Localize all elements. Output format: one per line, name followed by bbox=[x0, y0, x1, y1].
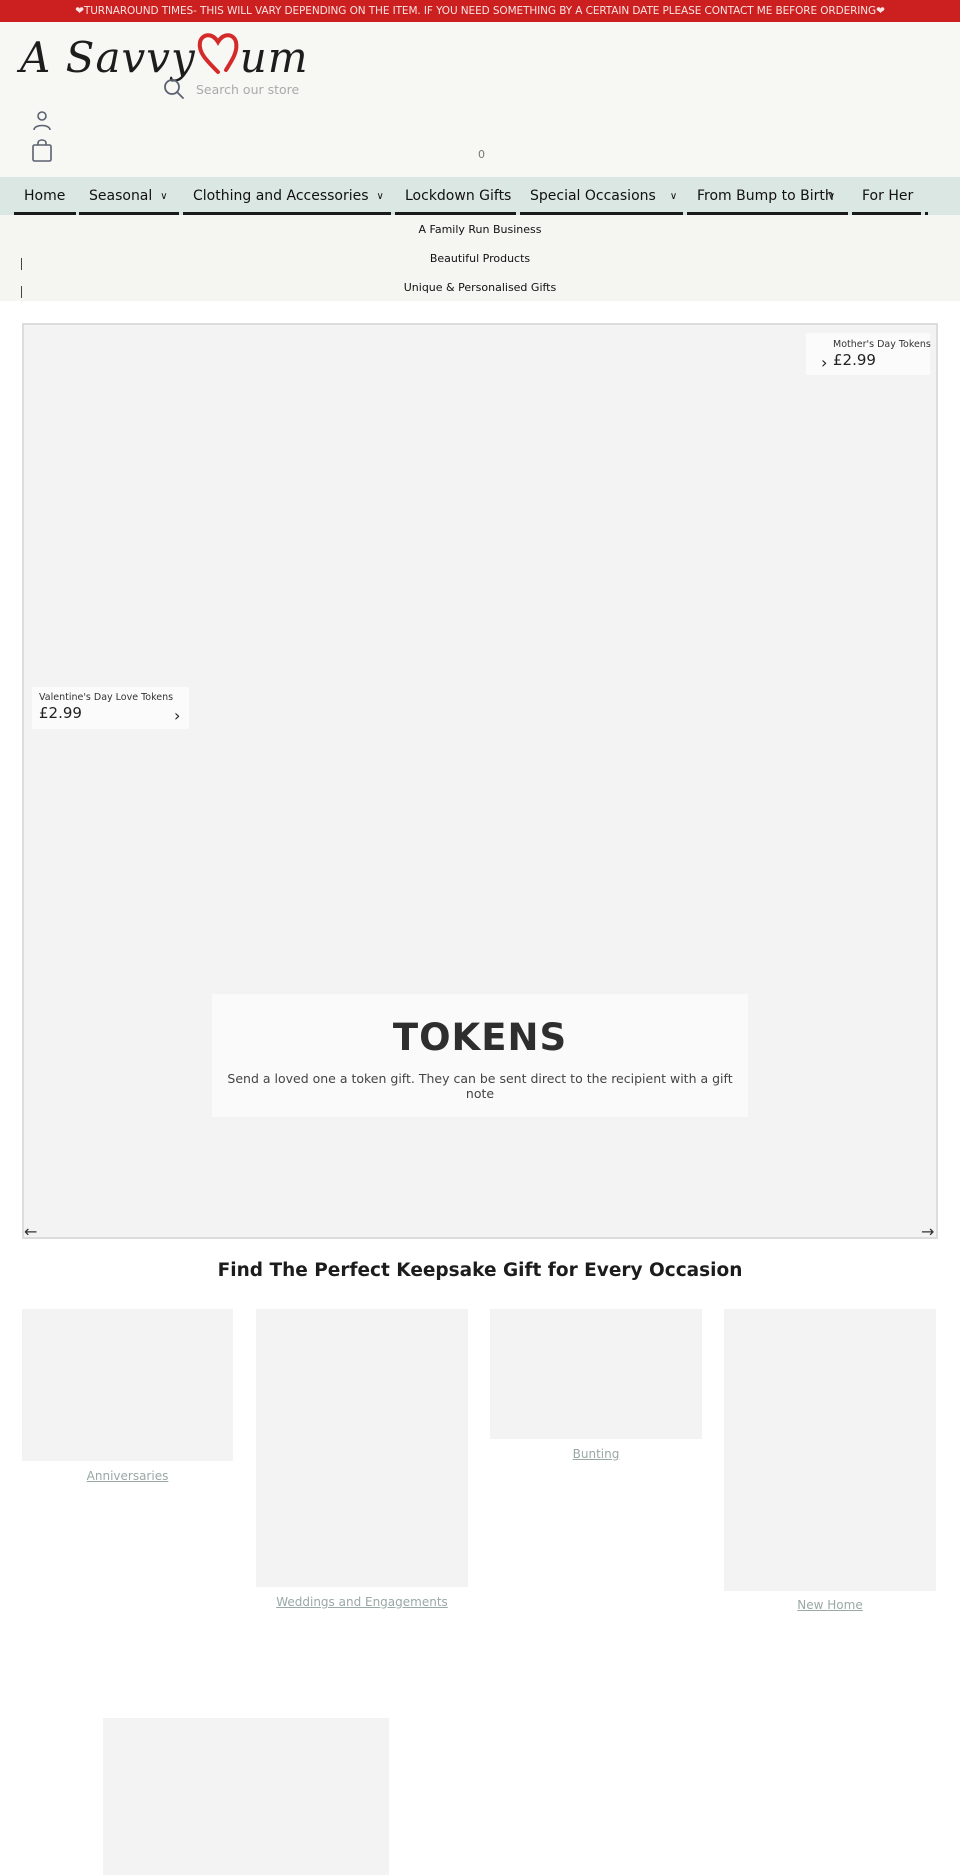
nav-label: Seasonal bbox=[89, 188, 153, 204]
logo-text-right: um bbox=[239, 33, 309, 82]
chevron-down-icon: ∨ bbox=[376, 191, 384, 202]
nav-label: Lockdown Gifts bbox=[405, 188, 512, 204]
hotspot-price: £2.99 bbox=[833, 351, 876, 369]
account-icon[interactable] bbox=[31, 110, 53, 132]
collection-link-new-home[interactable]: New Home bbox=[724, 1598, 936, 1612]
slide-caption: TOKENS Send a loved one a token gift. Th… bbox=[212, 994, 748, 1117]
chevron-right-icon: › bbox=[174, 706, 181, 725]
collection-image[interactable] bbox=[103, 1718, 389, 1875]
logo[interactable]: A Savvy um bbox=[20, 30, 309, 82]
product-hotspot[interactable]: Valentine's Day Love Tokens £2.99 › bbox=[32, 687, 189, 729]
nav-item-home[interactable]: Home bbox=[14, 177, 76, 215]
collection-image-bunting[interactable] bbox=[490, 1309, 702, 1439]
arrow-left-icon[interactable]: ← bbox=[24, 1222, 37, 1241]
slide-title: TOKENS bbox=[392, 1016, 568, 1059]
hotspot-product-name: Mother's Day Tokens bbox=[833, 339, 931, 350]
hotspot-price: £2.99 bbox=[39, 704, 82, 722]
usp-bar: A Family Run Business Beautiful Products… bbox=[0, 215, 960, 301]
search-input[interactable] bbox=[196, 78, 416, 100]
nav-item-lockdown-gifts[interactable]: Lockdown Gifts bbox=[395, 177, 516, 215]
collection-image-weddings[interactable] bbox=[256, 1309, 468, 1587]
usp-item: Beautiful Products bbox=[429, 252, 531, 265]
announcement-bar: ❤TURNAROUND TIMES- THIS WILL VARY DEPEND… bbox=[0, 0, 960, 22]
usp-item: Unique & Personalised Gifts bbox=[403, 281, 557, 294]
chevron-down-icon: ∨ bbox=[669, 191, 678, 202]
nav-label: Clothing and Accessories bbox=[193, 188, 369, 204]
cart-count: 0 bbox=[478, 148, 485, 161]
slide-description: Send a loved one a token gift. They can … bbox=[227, 1071, 733, 1101]
cart-icon[interactable] bbox=[31, 138, 53, 162]
collection-image-anniversaries[interactable] bbox=[22, 1309, 233, 1461]
arrow-right-icon[interactable]: → bbox=[921, 1222, 934, 1241]
collection-link-weddings[interactable]: Weddings and Engagements bbox=[256, 1595, 468, 1609]
usp-item: A Family Run Business bbox=[418, 223, 542, 236]
nav-label: For Her bbox=[862, 188, 914, 204]
nav-item-bump-to-birth[interactable]: From Bump to Birth∨ bbox=[687, 177, 848, 215]
chevron-down-icon: ∨ bbox=[827, 191, 836, 202]
search-icon[interactable] bbox=[163, 78, 185, 100]
chevron-down-icon: ∨ bbox=[160, 191, 168, 202]
nav-item-for-her[interactable]: For Her bbox=[852, 177, 921, 215]
logo-text-left: A Savvy bbox=[20, 33, 196, 82]
nav-item-special-occasions[interactable]: Special Occasions ∨ bbox=[520, 177, 683, 215]
chevron-right-icon: › bbox=[821, 353, 828, 372]
main-nav: Home Seasonal ∨ Clothing and Accessories ∨… bbox=[0, 177, 960, 215]
nav-item-clothing[interactable]: Clothing and Accessories ∨ bbox=[183, 177, 391, 215]
product-hotspot[interactable]: Mother's Day Tokens › £2.99 bbox=[806, 333, 931, 375]
hotspot-product-name: Valentine's Day Love Tokens bbox=[39, 692, 174, 703]
collection-link-anniversaries[interactable]: Anniversaries bbox=[22, 1469, 233, 1483]
site-header: A Savvy um 0 bbox=[0, 22, 960, 177]
nav-label: Home bbox=[24, 188, 66, 204]
collection-image-new-home[interactable] bbox=[724, 1309, 936, 1591]
nav-label: Special Occasions bbox=[530, 188, 656, 204]
collection-link-bunting[interactable]: Bunting bbox=[490, 1447, 702, 1461]
section-title: Find The Perfect Keepsake Gift for Every… bbox=[217, 1260, 743, 1281]
nav-item-seasonal[interactable]: Seasonal ∨ bbox=[79, 177, 179, 215]
nav-label: From Bump to Birth bbox=[697, 188, 834, 204]
